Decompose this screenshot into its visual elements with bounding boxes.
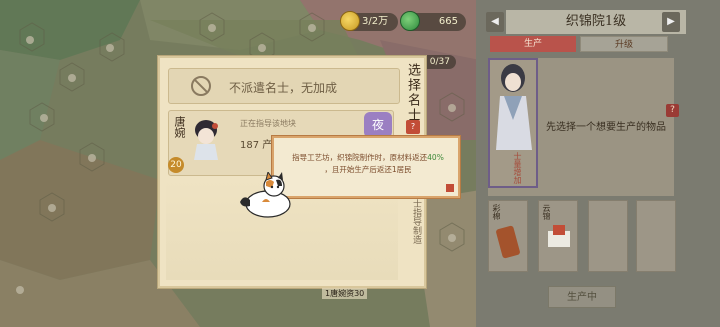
jade-icon — [400, 11, 420, 31]
tooltip-line-1: 指导工艺坊，织锦院制作时，原材料返还40% — [282, 152, 454, 163]
tooltip-line-2: ，且开始生产后返还1居民 — [324, 165, 412, 174]
bottom-caption: 1唐婉资30 — [322, 288, 368, 299]
portrait-tag: 士量增加 — [513, 152, 522, 184]
scholar-effect-tooltip: 指导工艺坊，织锦院制作时，原材料返还40% ，且开始生产后返还1居民 — [272, 136, 460, 198]
scholar-figure-icon — [496, 64, 532, 150]
product-slot-brocade[interactable]: 云锦 — [538, 200, 578, 272]
produce-button[interactable]: 生产中 — [548, 286, 616, 308]
tab-upgrade[interactable]: 升级 — [580, 36, 668, 52]
no-dispatch-option[interactable]: 不派遣名士，无加成 — [168, 68, 400, 104]
production-hint: 先选择一个想要生产的物品 — [546, 122, 666, 133]
previous-building-button[interactable]: ◀ — [486, 12, 504, 32]
next-building-button[interactable]: ▶ — [662, 12, 680, 32]
tab-produce[interactable]: 生产 — [490, 36, 576, 52]
coin-icon — [340, 11, 360, 31]
scholar-level-badge: 20 — [168, 157, 184, 173]
coin-value: 3/2万 — [362, 16, 389, 27]
help-icon[interactable]: ? — [666, 104, 679, 117]
jade-value: 665 — [438, 16, 458, 27]
product-label: 彩棉 — [492, 204, 501, 220]
dialog-title: 选择名士 — [405, 63, 420, 123]
prohibited-icon — [191, 76, 211, 96]
scholar-value: 187 产 — [240, 140, 273, 151]
scholar-status: 正在指导该地块 — [240, 119, 296, 128]
product-slot-empty[interactable] — [588, 200, 628, 272]
product-slot-cotton[interactable]: 彩棉 — [488, 200, 528, 272]
jade-counter: 665 — [400, 11, 466, 31]
dialog-subtitle: 名士指导制造 — [411, 190, 421, 244]
workshop-panel: ◀ 织锦院1级 ▶ 生产 升级 士量增加 ? 先选择一个想要生产的物品 彩棉 云… — [476, 0, 720, 327]
tooltip-text: 指导工艺坊，织锦院制作时，原材料返还 — [292, 153, 428, 162]
scholar-trait-badge: 夜 — [364, 112, 392, 138]
no-dispatch-label: 不派遣名士，无加成 — [229, 81, 338, 95]
product-slot-empty[interactable] — [636, 200, 676, 272]
tooltip-highlight: 40% — [427, 153, 444, 162]
scholar-avatar — [194, 120, 218, 160]
cat-mascot-icon — [240, 172, 291, 218]
dialog-info-icon[interactable]: ? — [406, 120, 420, 134]
product-label: 云锦 — [542, 204, 551, 220]
scholar-portrait[interactable]: 士量增加 — [488, 58, 538, 188]
workshop-title: 织锦院1级 — [506, 10, 686, 34]
coin-counter: 3/2万 — [340, 11, 398, 31]
seal-icon — [446, 184, 454, 192]
scholar-name: 唐婉 — [173, 116, 186, 138]
